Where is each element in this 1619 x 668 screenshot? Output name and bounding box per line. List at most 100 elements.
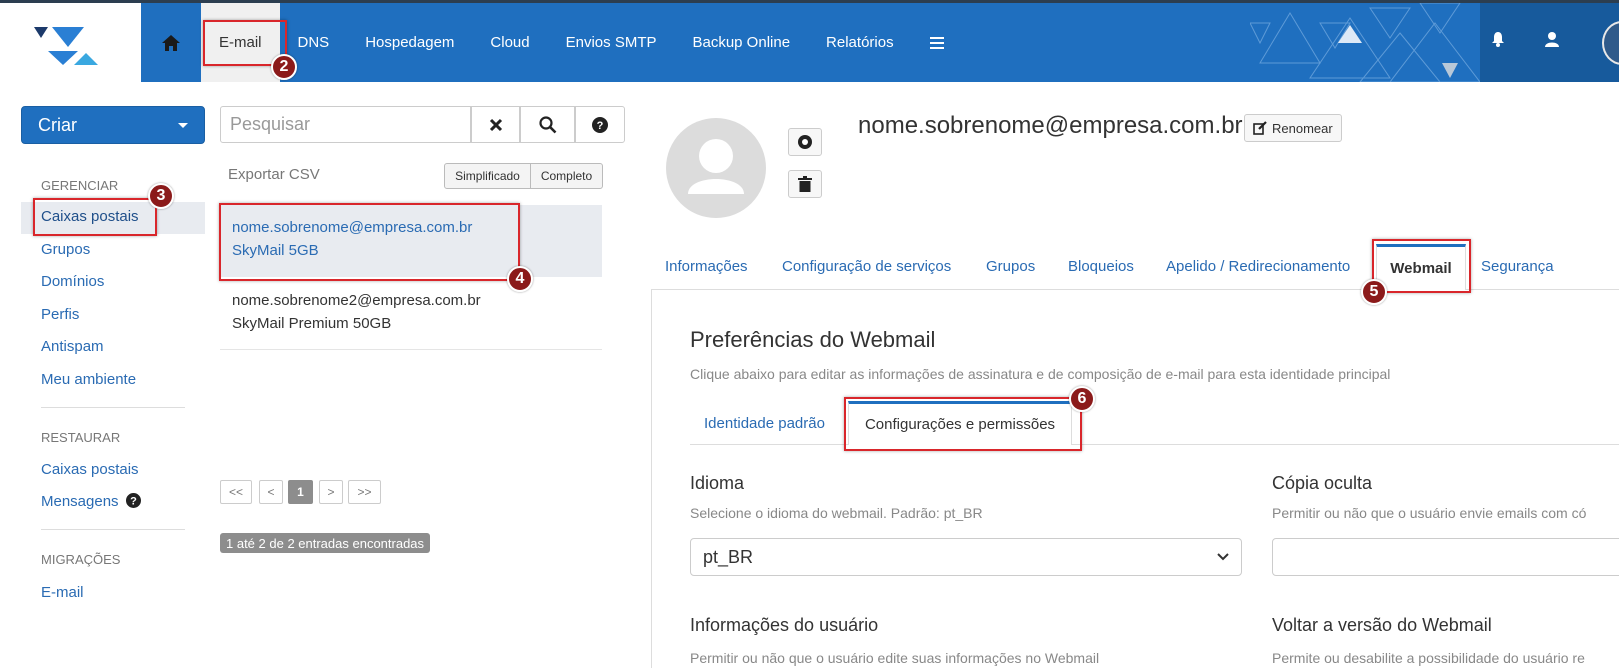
subtab-configuracoes-permissoes[interactable]: Configurações e permissões [848,401,1072,445]
bell-icon [1492,32,1504,47]
tab-bloqueios[interactable]: Bloqueios [1068,258,1134,275]
avatar [666,118,766,218]
voltar-versao-description: Permite ou desabilite a possibilidade do… [1272,650,1585,666]
home-icon [162,34,180,51]
idioma-select[interactable]: pt_BR [690,538,1242,576]
sidebar-item-caixas-postais[interactable]: Caixas postais [41,208,139,225]
sidebar-item-grupos[interactable]: Grupos [41,241,90,258]
step-badge-6: 6 [1069,386,1095,412]
search-icon [538,115,556,133]
step-badge-5-text: 5 [1369,283,1379,300]
step-badge-2: 2 [271,54,297,80]
sidebar-item-mensagens[interactable]: Mensagens ? [41,493,141,510]
create-button-label: Criar [38,114,77,135]
clear-search-button[interactable] [471,106,520,143]
idioma-description: Selecione o idioma do webmail. Padrão: p… [690,505,983,521]
list-item-email: nome.sobrenome2@empresa.com.br [232,292,481,309]
nav-dns-label: DNS [297,34,330,51]
section-description: Clique abaixo para editar as informações… [690,366,1391,382]
sidebar-heading-migracoes: MIGRAÇÕES [41,552,121,567]
nav-backup-online[interactable]: Backup Online [674,3,808,82]
pager-prev-button[interactable]: < [259,480,283,504]
tab-seguranca[interactable]: Segurança [1481,258,1554,275]
top-icons [1490,31,1560,52]
step-badge-2-text: 2 [279,58,289,75]
list-item[interactable]: nome.sobrenome2@empresa.com.br SkyMail P… [220,278,602,350]
user-avatar-icon [688,139,744,194]
menu-icon [929,36,944,49]
delete-button[interactable] [788,170,822,198]
header-decoration [1250,3,1619,82]
entries-count-badge: 1 até 2 de 2 entradas encontradas [220,533,431,553]
notification-bell-button[interactable] [1490,31,1506,52]
tab-webmail[interactable]: Webmail [1376,244,1466,290]
step-badge-5: 5 [1361,279,1387,305]
pager-page-button[interactable]: 1 [288,480,313,504]
copia-oculta-description: Permitir ou não que o usuário envie emai… [1272,505,1587,521]
export-csv-link[interactable]: Exportar CSV [228,166,320,183]
help-icon[interactable]: ? [125,493,141,508]
rename-button[interactable]: Renomear [1244,114,1342,142]
nav-hospedagem-label: Hospedagem [365,34,455,51]
sidebar-item-antispam[interactable]: Antispam [41,338,104,355]
step-badge-4-text: 4 [515,270,525,287]
sidebar-divider [41,407,185,408]
search-input[interactable]: Pesquisar [220,106,471,143]
home-button[interactable] [141,3,201,82]
view-full-button[interactable]: Completo [530,163,603,189]
list-item[interactable]: nome.sobrenome@empresa.com.br SkyMail 5G… [220,205,602,277]
pager-last-button[interactable]: >> [348,480,381,504]
sidebar-item-dominios[interactable]: Domínios [41,273,104,290]
rename-button-label: Renomear [1272,120,1333,136]
nav-envios-smtp-label: Envios SMTP [565,34,657,51]
subtab-identidade-padrao[interactable]: Identidade padrão [704,415,825,432]
search-button[interactable] [520,106,575,143]
nav-email[interactable]: E-mail [201,3,280,82]
user-profile-button[interactable] [1544,31,1560,52]
tab-apelido-redirecionamento[interactable]: Apelido / Redirecionamento [1166,258,1350,275]
sidebar-item-meu-ambiente[interactable]: Meu ambiente [41,371,136,388]
informacoes-usuario-description: Permitir ou não que o usuário edite suas… [690,650,1100,666]
step-badge-3: 3 [148,183,174,209]
nav-more-button[interactable] [912,3,962,82]
tab-configuracao-servicos[interactable]: Configuração de serviços [782,258,951,275]
create-button[interactable]: Criar [21,106,205,144]
sidebar-divider [41,529,185,530]
sidebar-item-restaurar-caixas-postais[interactable]: Caixas postais [41,461,139,478]
nav-email-label: E-mail [219,34,262,51]
power-icon [798,135,812,149]
trash-icon [798,176,812,192]
nav-cloud[interactable]: Cloud [472,3,547,82]
sidebar-item-mensagens-label: Mensagens [41,493,119,510]
voltar-versao-label: Voltar a versão do Webmail [1272,615,1492,635]
sidebar-heading-gerenciar: GERENCIAR [41,178,119,193]
nav-backup-online-label: Backup Online [692,34,791,51]
tab-informacoes[interactable]: Informações [665,258,748,275]
copia-oculta-select[interactable] [1272,538,1619,576]
logo[interactable] [0,3,141,82]
sidebar-item-migracao-email[interactable]: E-mail [41,584,84,601]
caret-down-icon [178,122,188,128]
section-title: Preferências do Webmail [690,327,936,352]
edit-icon [1253,121,1267,135]
tab-grupos[interactable]: Grupos [986,258,1035,275]
search-help-button[interactable]: ? [575,106,625,143]
list-item-plan: SkyMail 5GB [232,242,319,259]
nav-relatorios[interactable]: Relatórios [808,3,912,82]
toggle-status-button[interactable] [788,128,822,156]
pager-next-button[interactable]: > [319,480,343,504]
main-nav: E-mail DNS Hospedagem Cloud Envios SMTP … [141,3,962,82]
view-simplified-button[interactable]: Simplificado [444,163,531,189]
nav-relatorios-label: Relatórios [826,34,894,51]
step-badge-6-text: 6 [1077,390,1087,407]
informacoes-usuario-label: Informações do usuário [690,615,879,635]
top-navbar: E-mail DNS Hospedagem Cloud Envios SMTP … [0,0,1619,82]
svg-text:?: ? [597,120,604,132]
nav-envios-smtp[interactable]: Envios SMTP [548,3,675,82]
triangle-pattern-icon [1250,3,1619,82]
nav-hospedagem[interactable]: Hospedagem [347,3,472,82]
step-badge-3-text: 3 [156,187,166,204]
sidebar-item-perfis[interactable]: Perfis [41,306,79,323]
subtab-divider [690,444,1619,445]
pager-first-button[interactable]: << [220,480,252,504]
